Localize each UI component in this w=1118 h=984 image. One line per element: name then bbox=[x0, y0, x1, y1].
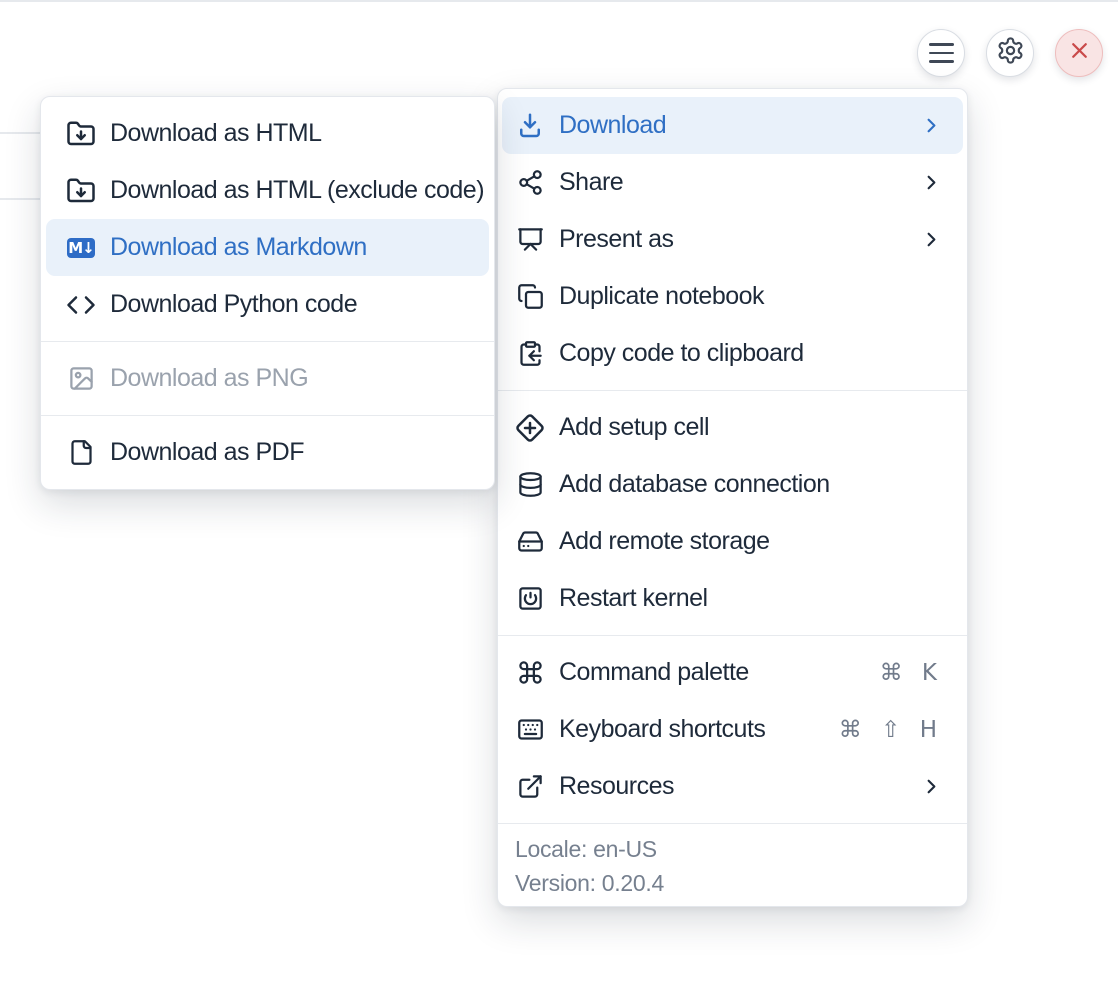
menu-item-label: Download as Markdown bbox=[110, 233, 367, 262]
menu-section: Download as HTML Download as HTML (exclu… bbox=[41, 97, 494, 341]
menu-item-download[interactable]: Download bbox=[502, 97, 963, 154]
external-link-icon bbox=[515, 772, 545, 802]
background-cell-divider bbox=[0, 198, 41, 200]
menu-item-label: Download as PDF bbox=[110, 438, 304, 467]
menu-item-label: Share bbox=[559, 168, 623, 197]
presentation-icon bbox=[515, 225, 545, 255]
menu-item-download-as-png: Download as PNG bbox=[41, 350, 494, 407]
version-text: Version: 0.20.4 bbox=[498, 866, 967, 900]
settings-button[interactable] bbox=[986, 29, 1034, 77]
copy-icon bbox=[515, 282, 545, 312]
menu-item-command-palette[interactable]: Command palette ⌘ K bbox=[498, 644, 967, 701]
chevron-right-icon bbox=[920, 775, 943, 798]
menu-section: Download as PDF bbox=[41, 416, 494, 489]
menu-item-download-python-code[interactable]: Download Python code bbox=[41, 276, 494, 333]
menu-footer: Locale: en-US Version: 0.20.4 bbox=[498, 824, 967, 906]
menu-item-keyboard-shortcuts[interactable]: Keyboard shortcuts ⌘ ⇧ H bbox=[498, 701, 967, 758]
folder-down-icon bbox=[66, 119, 96, 149]
menu-item-download-as-markdown[interactable]: M↓ Download as Markdown bbox=[46, 219, 489, 276]
markdown-badge-glyph: M↓ bbox=[67, 238, 95, 258]
close-icon bbox=[1067, 38, 1092, 68]
share-icon bbox=[515, 168, 545, 198]
database-icon bbox=[515, 470, 545, 500]
keyboard-shortcut: ⌘ ⇧ H bbox=[839, 717, 943, 743]
command-icon bbox=[515, 658, 545, 688]
file-icon bbox=[66, 438, 96, 468]
chevron-right-icon bbox=[920, 114, 943, 137]
menu-item-label: Present as bbox=[559, 225, 674, 254]
menu-item-present-as[interactable]: Present as bbox=[498, 211, 967, 268]
menu-item-add-database-connection[interactable]: Add database connection bbox=[498, 456, 967, 513]
menu-item-label: Keyboard shortcuts bbox=[559, 715, 765, 744]
chevron-right-icon bbox=[920, 228, 943, 251]
menu-section: Command palette ⌘ K Keyboard shortcuts ⌘… bbox=[498, 636, 967, 823]
square-power-icon bbox=[515, 584, 545, 614]
menu-item-add-remote-storage[interactable]: Add remote storage bbox=[498, 513, 967, 570]
menu-item-label: Download as PNG bbox=[110, 364, 308, 393]
menu-item-copy-code[interactable]: Copy code to clipboard bbox=[498, 325, 967, 382]
menu-section: Add setup cell Add database connection A… bbox=[498, 391, 967, 635]
menu-item-download-as-html[interactable]: Download as HTML bbox=[41, 105, 494, 162]
background-cell-divider bbox=[0, 132, 41, 134]
notebook-actions-menu: Download Share Present as bbox=[497, 88, 968, 907]
menu-item-label: Command palette bbox=[559, 658, 749, 687]
app-background: { "toolbar": { "buttons": [ { "name": "m… bbox=[0, 0, 1118, 984]
menu-item-label: Duplicate notebook bbox=[559, 282, 764, 311]
markdown-badge-icon: M↓ bbox=[66, 233, 96, 263]
locale-text: Locale: en-US bbox=[498, 832, 967, 866]
menu-item-label: Copy code to clipboard bbox=[559, 339, 804, 368]
image-icon bbox=[66, 364, 96, 394]
menu-item-label: Add database connection bbox=[559, 470, 830, 499]
menu-item-label: Download Python code bbox=[110, 290, 357, 319]
menu-item-label: Download bbox=[559, 111, 666, 140]
hamburger-icon bbox=[929, 43, 954, 63]
menu-item-label: Add remote storage bbox=[559, 527, 770, 556]
floating-toolbar bbox=[917, 29, 1103, 77]
diamond-plus-icon bbox=[515, 413, 545, 443]
menu-section: Download Share Present as bbox=[498, 89, 967, 390]
gear-icon bbox=[996, 36, 1025, 70]
menu-item-download-as-pdf[interactable]: Download as PDF bbox=[41, 424, 494, 481]
menu-item-restart-kernel[interactable]: Restart kernel bbox=[498, 570, 967, 627]
menu-item-download-as-html-exclude-code[interactable]: Download as HTML (exclude code) bbox=[41, 162, 494, 219]
download-icon bbox=[515, 111, 545, 141]
menu-item-add-setup-cell[interactable]: Add setup cell bbox=[498, 399, 967, 456]
code-icon bbox=[66, 290, 96, 320]
menu-item-label: Restart kernel bbox=[559, 584, 708, 613]
notebook-menu-button[interactable] bbox=[917, 29, 965, 77]
menu-item-duplicate-notebook[interactable]: Duplicate notebook bbox=[498, 268, 967, 325]
menu-item-label: Add setup cell bbox=[559, 413, 709, 442]
hard-drive-icon bbox=[515, 527, 545, 557]
menu-item-resources[interactable]: Resources bbox=[498, 758, 967, 815]
download-submenu: Download as HTML Download as HTML (exclu… bbox=[40, 96, 495, 490]
clipboard-copy-icon bbox=[515, 339, 545, 369]
menu-item-label: Resources bbox=[559, 772, 674, 801]
menu-section: Download as PNG bbox=[41, 342, 494, 415]
menu-item-label: Download as HTML (exclude code) bbox=[110, 176, 484, 205]
folder-down-icon bbox=[66, 176, 96, 206]
close-button[interactable] bbox=[1055, 29, 1103, 77]
chevron-right-icon bbox=[920, 171, 943, 194]
menu-item-share[interactable]: Share bbox=[498, 154, 967, 211]
page-top-divider bbox=[0, 0, 1118, 2]
keyboard-shortcut: ⌘ K bbox=[880, 660, 943, 686]
menu-item-label: Download as HTML bbox=[110, 119, 322, 148]
keyboard-icon bbox=[515, 715, 545, 745]
